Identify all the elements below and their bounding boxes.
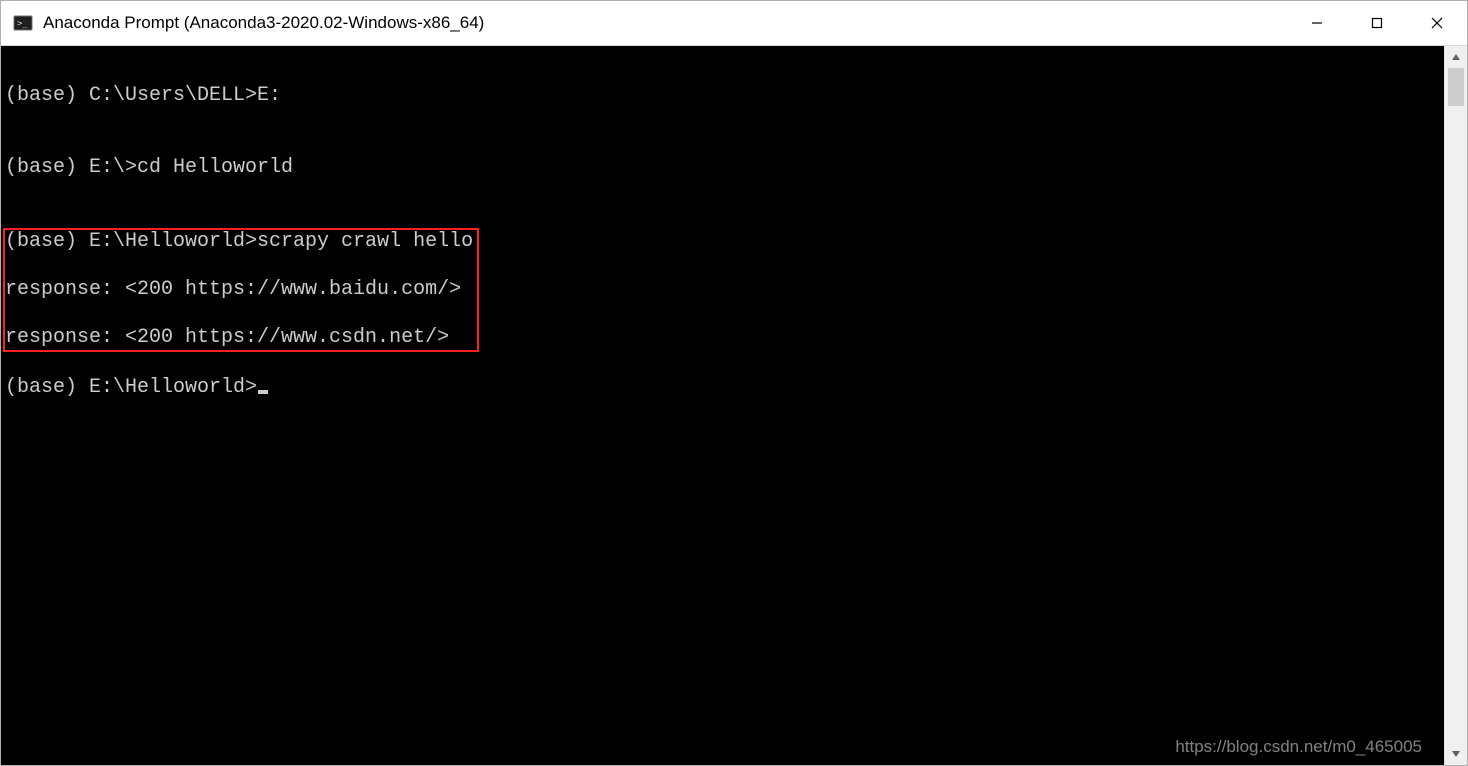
terminal-line: (base) E:\>cd Helloworld: [5, 156, 1440, 180]
terminal-prompt-line: (base) E:\Helloworld>: [5, 376, 1440, 400]
client-area: (base) C:\Users\DELL>E: (base) E:\>cd He…: [1, 46, 1467, 765]
watermark-text: https://blog.csdn.net/m0_465005: [1175, 735, 1422, 759]
window-title: Anaconda Prompt (Anaconda3-2020.02-Windo…: [43, 13, 1287, 33]
terminal-icon: >_: [13, 13, 33, 33]
scroll-thumb[interactable]: [1448, 68, 1464, 106]
scroll-down-arrow-icon[interactable]: [1445, 743, 1467, 765]
scroll-up-arrow-icon[interactable]: [1445, 46, 1467, 68]
minimize-button[interactable]: [1287, 1, 1347, 45]
terminal-line: (base) C:\Users\DELL>E:: [5, 84, 1440, 108]
window-controls: [1287, 1, 1467, 45]
terminal-line: response: <200 https://www.csdn.net/>: [5, 326, 473, 350]
window-frame: >_ Anaconda Prompt (Anaconda3-2020.02-Wi…: [0, 0, 1468, 766]
svg-text:>_: >_: [17, 19, 28, 29]
cursor-icon: [258, 390, 268, 394]
vertical-scrollbar[interactable]: [1444, 46, 1467, 765]
maximize-button[interactable]: [1347, 1, 1407, 45]
highlighted-block: (base) E:\Helloworld>scrapy crawl hello …: [3, 228, 479, 352]
terminal-output[interactable]: (base) C:\Users\DELL>E: (base) E:\>cd He…: [1, 46, 1444, 765]
terminal-line: (base) E:\Helloworld>scrapy crawl hello: [5, 230, 473, 254]
terminal-line: response: <200 https://www.baidu.com/>: [5, 278, 473, 302]
terminal-prompt: (base) E:\Helloworld>: [5, 376, 257, 399]
close-button[interactable]: [1407, 1, 1467, 45]
title-bar[interactable]: >_ Anaconda Prompt (Anaconda3-2020.02-Wi…: [1, 1, 1467, 46]
